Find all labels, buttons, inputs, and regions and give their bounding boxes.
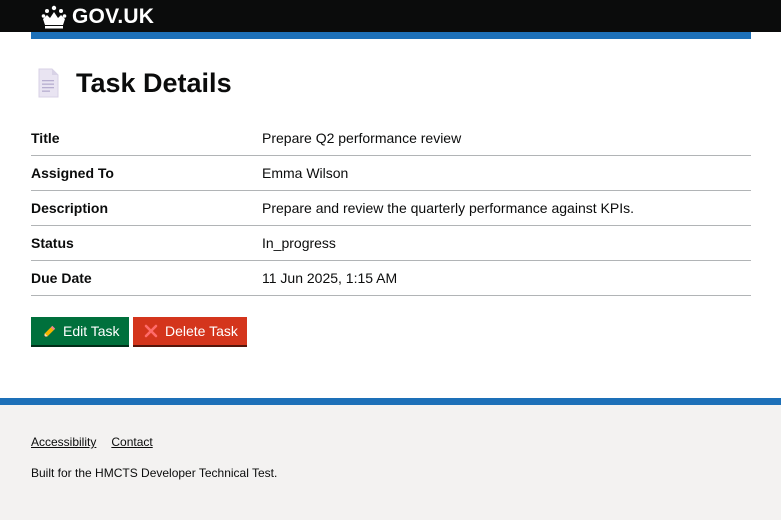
task-summary-list: Title Prepare Q2 performance review Assi… (31, 121, 751, 296)
summary-value: In_progress (262, 235, 336, 251)
summary-row-assigned-to: Assigned To Emma Wilson (31, 156, 751, 191)
edit-task-button[interactable]: Edit Task (31, 317, 129, 345)
govuk-logo-link[interactable]: GOV.UK (41, 4, 154, 30)
summary-key: Description (31, 200, 109, 216)
logo-text: GOV.UK (72, 5, 155, 28)
header-blue-bar (31, 32, 751, 39)
site-footer: Accessibility Contact Built for the HMCT… (0, 398, 781, 520)
task-actions: Edit Task Delete Task (31, 317, 247, 345)
crown-icon (41, 5, 67, 29)
summary-key: Status (31, 235, 74, 251)
summary-key: Assigned To (31, 165, 114, 181)
summary-row-description: Description Prepare and review the quart… (31, 191, 751, 226)
summary-key: Title (31, 130, 60, 146)
edit-task-label: Edit Task (63, 323, 120, 339)
footer-links: Accessibility Contact (31, 435, 153, 449)
summary-value: Prepare Q2 performance review (262, 130, 462, 146)
page-title: Task Details (76, 68, 232, 98)
pencil-icon (41, 323, 57, 339)
delete-task-label: Delete Task (165, 323, 238, 339)
summary-value: Emma Wilson (262, 165, 349, 181)
cross-icon (143, 323, 159, 339)
summary-row-title: Title Prepare Q2 performance review (31, 121, 751, 156)
delete-task-button[interactable]: Delete Task (133, 317, 247, 345)
site-header: GOV.UK (0, 0, 781, 32)
summary-row-due-date: Due Date 11 Jun 2025, 1:15 AM (31, 261, 751, 296)
footer-note: Built for the HMCTS Developer Technical … (31, 466, 278, 480)
footer-link-contact[interactable]: Contact (111, 435, 152, 449)
summary-row-status: Status In_progress (31, 226, 751, 261)
footer-link-accessibility[interactable]: Accessibility (31, 435, 96, 449)
page-heading: Task Details (31, 64, 232, 102)
document-icon (38, 68, 59, 98)
summary-value: 11 Jun 2025, 1:15 AM (262, 270, 398, 286)
summary-key: Due Date (31, 270, 92, 286)
summary-value: Prepare and review the quarterly perform… (262, 200, 634, 216)
